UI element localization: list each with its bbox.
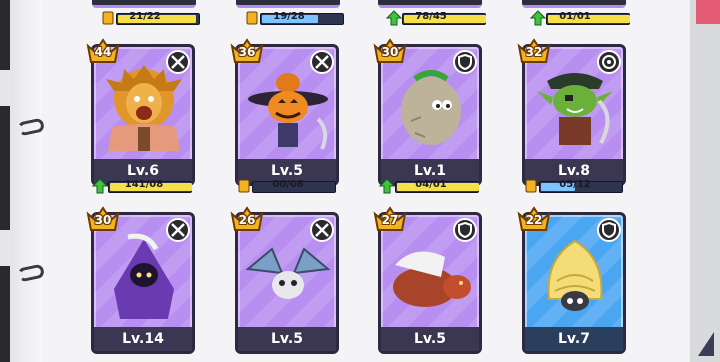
progress-row: 19/28 bbox=[244, 11, 344, 25]
crown-value: 27 bbox=[381, 213, 399, 227]
crown-value: 44 bbox=[94, 45, 112, 59]
page-corner-icon bbox=[698, 332, 714, 356]
card-frame-bottom bbox=[236, 0, 340, 8]
progress-row: 21/22 bbox=[100, 11, 200, 25]
progress-text: 78/45 bbox=[415, 11, 447, 22]
progress-row: 141/08 bbox=[92, 178, 196, 194]
binder-ring-icon bbox=[16, 263, 46, 283]
top-card-3[interactable]: 01/01 bbox=[522, 0, 630, 34]
progress-row: 04/01 bbox=[379, 178, 483, 194]
power-crown: 36 bbox=[230, 38, 264, 64]
card-frame-bottom bbox=[92, 0, 196, 8]
crown-value: 30 bbox=[94, 213, 112, 227]
power-crown: 26 bbox=[230, 206, 264, 232]
left-page-edge bbox=[0, 0, 46, 362]
top-row-partial: 21/22 19/28 78/45 01/01 bbox=[92, 0, 652, 34]
top-card-2[interactable]: 78/45 bbox=[378, 0, 486, 34]
crown-value: 32 bbox=[525, 45, 543, 59]
hero-level: Lv.5 bbox=[381, 327, 479, 351]
crossed-swords-icon bbox=[310, 50, 334, 74]
strip-accent bbox=[0, 230, 10, 266]
progress-text: 141/08 bbox=[124, 179, 164, 190]
progress-text: 01/01 bbox=[559, 11, 591, 22]
progress-row: 00/06 bbox=[236, 179, 340, 194]
crown-value: 30 bbox=[381, 45, 399, 59]
crown-value: 26 bbox=[238, 213, 256, 227]
shield-icon bbox=[453, 218, 477, 242]
hero-level: Lv.5 bbox=[238, 327, 336, 351]
progress-text: 19/28 bbox=[273, 11, 305, 22]
power-crown: 30 bbox=[373, 38, 407, 64]
left-dark-strip bbox=[0, 0, 10, 362]
progress-text: 04/01 bbox=[415, 179, 447, 190]
card-frame-bottom bbox=[522, 0, 626, 8]
progress-text: 21/22 bbox=[129, 11, 161, 22]
power-crown: 22 bbox=[517, 206, 551, 232]
shield-icon bbox=[597, 218, 621, 242]
power-crown: 27 bbox=[373, 206, 407, 232]
power-crown: 32 bbox=[517, 38, 551, 64]
banner-flag bbox=[696, 0, 720, 24]
strip-accent bbox=[0, 70, 10, 106]
crown-value: 36 bbox=[238, 45, 256, 59]
hero-level: Lv.14 bbox=[94, 327, 192, 351]
right-page-edge bbox=[690, 0, 720, 362]
binder-ring-icon bbox=[16, 117, 46, 137]
progress-row: 78/45 bbox=[386, 10, 486, 26]
progress-row: 01/01 bbox=[530, 10, 630, 26]
crossed-swords-icon bbox=[310, 218, 334, 242]
top-card-1[interactable]: 19/28 bbox=[236, 0, 344, 34]
crown-value: 22 bbox=[525, 213, 543, 227]
crossed-swords-icon bbox=[166, 218, 190, 242]
power-crown: 44 bbox=[86, 38, 120, 64]
top-card-0[interactable]: 21/22 bbox=[92, 0, 200, 34]
progress-text: 00/06 bbox=[272, 179, 304, 190]
power-crown: 30 bbox=[86, 206, 120, 232]
target-icon bbox=[597, 50, 621, 74]
shield-icon bbox=[453, 50, 477, 74]
progress-row: 05/12 bbox=[523, 179, 627, 194]
card-frame-bottom bbox=[378, 0, 482, 8]
crossed-swords-icon bbox=[166, 50, 190, 74]
hero-level: Lv.7 bbox=[525, 327, 623, 351]
progress-text: 05/12 bbox=[559, 179, 591, 190]
